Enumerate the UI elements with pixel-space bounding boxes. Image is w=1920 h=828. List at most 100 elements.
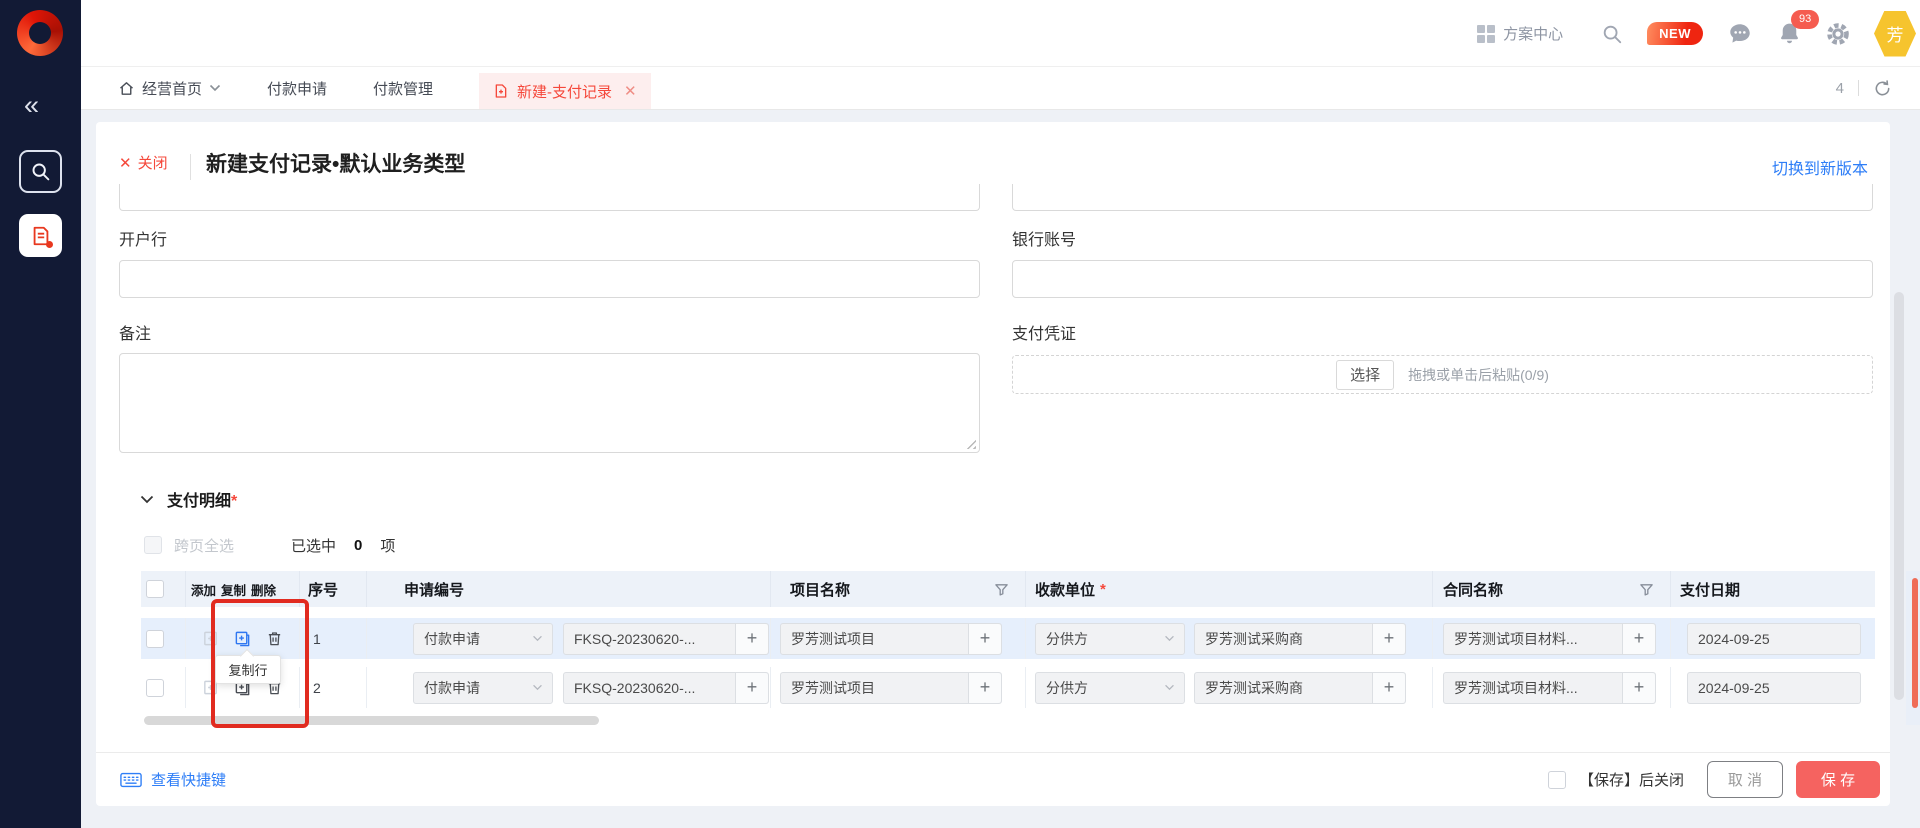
add-reference-button[interactable] [1622,624,1655,654]
add-reference-button[interactable] [735,624,768,654]
truncated-input[interactable] [1012,184,1873,211]
truncated-input[interactable] [119,184,980,211]
filter-icon[interactable] [994,582,1009,597]
vertical-scrollbar[interactable] [1894,292,1904,700]
cross-page-select-label: 跨页全选 [174,535,234,556]
delete-column-header: 删除 [251,580,276,599]
selected-count: 0 [354,537,362,554]
grid-icon [1477,25,1495,43]
table-header: 添加 复制 删除 序号 申请编号 项目名称 收款单位 [141,571,1875,607]
payee-name-field[interactable]: 罗芳测试采购商 [1194,672,1406,704]
project-field[interactable]: 罗芳测试项目 [780,672,1002,704]
plan-center-label: 方案中心 [1503,23,1563,44]
remark-label: 备注 [119,320,151,344]
close-after-save-label: 【保存】后关闭 [1579,769,1684,790]
tab-payment-request[interactable]: 付款申请 [267,67,327,109]
bank-input[interactable] [119,260,980,298]
add-reference-button[interactable] [735,673,768,703]
close-page-label: 关闭 [138,152,168,173]
new-payment-record-panel: ✕ 关闭 新建支付记录•默认业务类型 切换到新版本 开户行 银行账号 备注 支付… [96,122,1890,806]
voucher-upload-area[interactable]: 选择 拖拽或单击后粘贴(0/9) [1012,355,1873,394]
account-input[interactable] [1012,260,1873,298]
pay-date-field[interactable]: 2024-09-25 [1687,672,1861,704]
row-checkbox[interactable] [146,630,164,648]
page-title: 新建支付记录•默认业务类型 [206,148,465,178]
chevron-down-icon [209,84,221,92]
payee-type-select[interactable]: 分供方 [1035,672,1185,704]
app-window: « 方案中心 NEW [0,0,1920,828]
doc-plus-icon [493,83,509,99]
select-all-checkbox[interactable] [146,580,164,598]
table-vertical-scrollbar[interactable] [1912,578,1918,708]
sidebar-item-search[interactable] [19,150,62,193]
add-reference-button[interactable] [1372,673,1405,703]
add-reference-button[interactable] [968,624,1001,654]
cross-page-select-checkbox[interactable] [144,536,162,554]
contract-header: 合同名称 [1443,579,1503,600]
topbar: 方案中心 NEW 93 芳 [81,0,1920,67]
tab-new-payment-record[interactable]: 新建-支付记录 ✕ [479,73,651,109]
avatar[interactable]: 芳 [1874,11,1916,57]
pay-date-field[interactable]: 2024-09-25 [1687,623,1861,655]
apply-type-select[interactable]: 付款申请 [413,623,553,655]
add-row-icon[interactable] [202,630,219,647]
keyboard-icon [120,772,142,788]
choose-file-button[interactable]: 选择 [1336,360,1394,390]
filter-icon[interactable] [1639,582,1654,597]
notifications-button[interactable]: 93 [1777,21,1802,46]
add-reference-button[interactable] [1622,673,1655,703]
notification-dot [46,241,53,248]
search-icon [30,161,51,182]
table-row: 1 付款申请 FKSQ-20230620-... 罗芳测试项目 [141,618,1875,659]
home-icon [118,80,135,97]
save-button[interactable]: 保 存 [1796,761,1880,798]
view-shortcuts-link[interactable]: 查看快捷键 [120,769,226,790]
section-chevron-down-icon[interactable] [140,495,154,504]
apply-no-field[interactable]: FKSQ-20230620-... [563,672,769,704]
tab-payment-manage[interactable]: 付款管理 [373,67,433,109]
seq-header: 序号 [308,579,338,600]
contract-field[interactable]: 罗芳测试项目材料... [1443,623,1656,655]
divider [1858,80,1859,96]
chat-icon[interactable] [1727,21,1753,47]
copy-row-icon[interactable] [234,630,251,647]
copy-row-tooltip: 复制行 [215,655,281,684]
contract-field[interactable]: 罗芳测试项目材料... [1443,672,1656,704]
add-reference-button[interactable] [968,673,1001,703]
pay-date-header: 支付日期 [1680,579,1740,600]
new-badge[interactable]: NEW [1647,22,1703,45]
close-after-save-checkbox[interactable] [1548,771,1566,789]
cancel-button[interactable]: 取 消 [1707,761,1783,798]
row-checkbox[interactable] [146,679,164,697]
close-tab-icon[interactable]: ✕ [624,82,637,100]
app-logo-icon [17,10,63,56]
close-page-button[interactable]: ✕ 关闭 [119,152,168,173]
sidebar-item-document[interactable] [19,214,62,257]
remark-textarea[interactable] [119,353,980,453]
chevron-down-icon [1164,684,1175,691]
bank-label: 开户行 [119,226,167,250]
project-field[interactable]: 罗芳测试项目 [780,623,1002,655]
plan-center-button[interactable]: 方案中心 [1477,23,1563,44]
payee-type-select[interactable]: 分供方 [1035,623,1185,655]
notification-count-badge: 93 [1791,10,1819,29]
gear-icon[interactable] [1826,22,1850,46]
add-reference-button[interactable] [1372,624,1405,654]
switch-version-link[interactable]: 切换到新版本 [1772,155,1868,179]
apply-type-select[interactable]: 付款申请 [413,672,553,704]
delete-row-icon[interactable] [266,630,283,647]
apply-no-field[interactable]: FKSQ-20230620-... [563,623,769,655]
payee-name-field[interactable]: 罗芳测试采购商 [1194,623,1406,655]
selected-label: 已选中 [291,535,336,556]
tab-home[interactable]: 经营首页 [118,67,221,109]
tab-payment-manage-label: 付款管理 [373,78,433,99]
horizontal-scrollbar[interactable] [144,716,599,725]
copy-column-header: 复制 [221,580,246,599]
refresh-icon[interactable] [1873,79,1892,98]
view-shortcuts-label: 查看快捷键 [151,769,226,790]
section-title: 支付明细* [167,487,237,511]
collapse-sidebar-icon[interactable]: « [24,92,39,119]
chevron-down-icon [1164,635,1175,642]
table-edge-strip [1906,571,1920,725]
search-icon[interactable] [1601,23,1623,45]
